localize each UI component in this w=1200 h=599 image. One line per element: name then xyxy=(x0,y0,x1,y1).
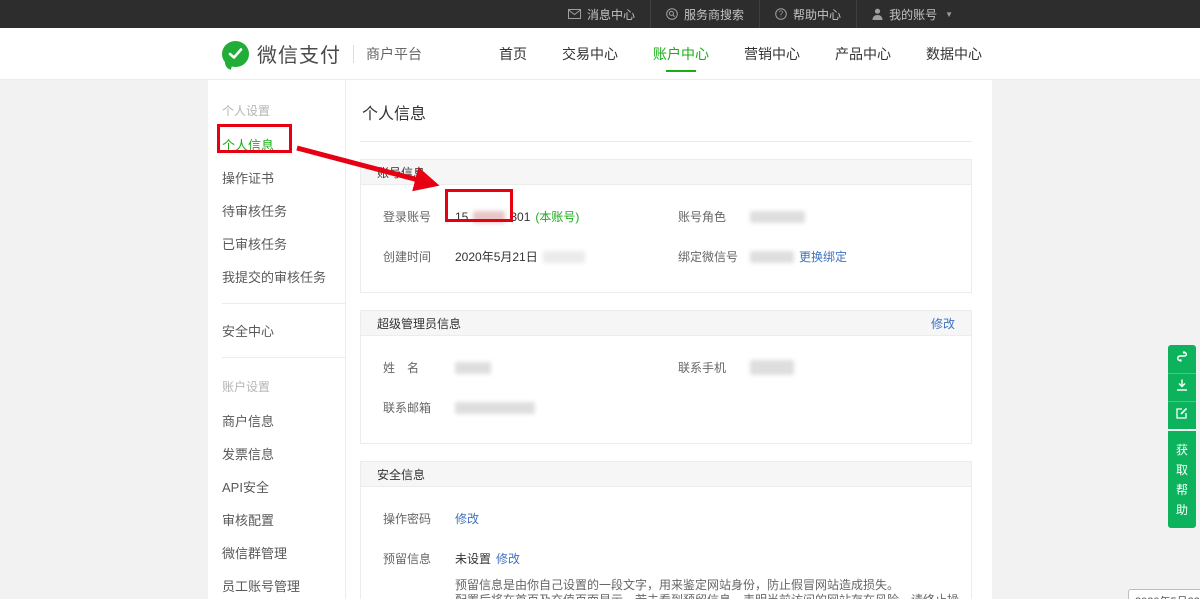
svg-text:?: ? xyxy=(779,10,784,19)
portal-name: 商户平台 xyxy=(366,44,422,64)
top-utility-bar: 消息中心 服务商搜索 ? 帮助中心 我的账号 ▼ xyxy=(0,0,1200,28)
create-time-label: 创建时间 xyxy=(383,248,455,265)
super-admin-section-title: 超级管理员信息 xyxy=(377,315,461,332)
sidebar: 个人设置 个人信息 操作证书 待审核任务 已审核任务 我提交的审核任务 安全中心… xyxy=(208,80,346,599)
date-tooltip: 2020年5月22日 xyxy=(1128,589,1200,599)
super-admin-section: 超级管理员信息 修改 姓 名 联系手机 联系邮箱 xyxy=(360,310,972,444)
redacted-email xyxy=(455,402,535,414)
topbar-item-label: 消息中心 xyxy=(587,6,635,23)
help-icon: ? xyxy=(775,8,787,20)
sidebar-item-security-center[interactable]: 安全中心 xyxy=(208,314,345,347)
my-account-menu[interactable]: 我的账号 ▼ xyxy=(856,0,968,28)
name-label: 姓 名 xyxy=(383,359,455,376)
sidebar-item-pending-review-tasks[interactable]: 待审核任务 xyxy=(208,194,345,227)
sidebar-item-operation-certificate[interactable]: 操作证书 xyxy=(208,161,345,194)
brand[interactable]: 微信支付 商户平台 xyxy=(208,39,422,68)
nav-data-center[interactable]: 数据中心 xyxy=(926,28,982,79)
main-content: 个人信息 账号信息 登录账号 15301 (本账号) 账号角色 xyxy=(346,80,992,599)
reserve-info-value: 未设置 xyxy=(455,550,491,567)
topbar-item-label: 我的账号 xyxy=(889,6,937,23)
account-info-section: 账号信息 登录账号 15301 (本账号) 账号角色 xyxy=(360,159,972,293)
topbar-item-label: 服务商搜索 xyxy=(684,6,744,23)
page-title: 个人信息 xyxy=(360,94,972,142)
redacted-wechat-id xyxy=(750,251,794,263)
login-account-value: 15301 (本账号) xyxy=(455,208,579,225)
account-role-label: 账号角色 xyxy=(678,208,750,225)
search-icon xyxy=(666,8,678,20)
message-center-menu[interactable]: 消息中心 xyxy=(553,0,650,28)
security-info-section: 安全信息 操作密码 修改 预留信息 未设置 修改 xyxy=(360,461,972,599)
nav-home[interactable]: 首页 xyxy=(499,28,527,79)
sidebar-item-review-config[interactable]: 审核配置 xyxy=(208,503,345,536)
download-button[interactable] xyxy=(1168,373,1196,401)
create-time-value: 2020年5月21日 xyxy=(455,248,585,265)
mail-icon xyxy=(568,9,581,19)
note-line: 配置后将在首页及充值页面显示。若未看到预留信息，表明当前访问的网站存在风险，请终… xyxy=(455,593,971,599)
sidebar-item-personal-info[interactable]: 个人信息 xyxy=(208,128,345,161)
sidebar-divider xyxy=(222,357,345,358)
get-help-button[interactable]: 获取帮助 xyxy=(1168,431,1196,528)
change-binding-link[interactable]: 更换绑定 xyxy=(799,248,847,265)
security-info-section-title: 安全信息 xyxy=(377,466,425,483)
redacted-name xyxy=(455,362,491,374)
redacted-account-role xyxy=(750,211,805,223)
help-center-menu[interactable]: ? 帮助中心 xyxy=(759,0,856,28)
sidebar-item-reviewed-tasks[interactable]: 已审核任务 xyxy=(208,227,345,260)
redacted-phone xyxy=(750,360,794,375)
operation-password-label: 操作密码 xyxy=(383,510,455,527)
service-provider-search-menu[interactable]: 服务商搜索 xyxy=(650,0,759,28)
edit-password-link[interactable]: 修改 xyxy=(455,510,479,527)
nav-transaction-center[interactable]: 交易中心 xyxy=(562,28,618,79)
login-account-label: 登录账号 xyxy=(383,208,455,225)
current-account-note: (本账号) xyxy=(535,208,579,225)
service-shortcut-button[interactable] xyxy=(1168,345,1196,373)
reserve-info-label: 预留信息 xyxy=(383,550,455,567)
nav-account-center[interactable]: 账户中心 xyxy=(653,28,709,79)
link-icon xyxy=(1175,350,1189,369)
sidebar-item-wechat-group-management[interactable]: 微信群管理 xyxy=(208,536,345,569)
sidebar-item-merchant-info[interactable]: 商户信息 xyxy=(208,404,345,437)
sidebar-item-api-security[interactable]: API安全 xyxy=(208,470,345,503)
primary-nav: 首页 交易中心 账户中心 营销中心 产品中心 数据中心 xyxy=(499,28,992,79)
redacted-create-time xyxy=(543,251,585,263)
topbar-item-label: 帮助中心 xyxy=(793,6,841,23)
sidebar-group-account-settings: 账户设置 xyxy=(208,368,345,404)
site-header: 微信支付 商户平台 首页 交易中心 账户中心 营销中心 产品中心 数据中心 xyxy=(0,28,1200,80)
sidebar-item-invoice-info[interactable]: 发票信息 xyxy=(208,437,345,470)
wechat-pay-logo-icon xyxy=(222,41,249,67)
sidebar-item-my-submitted-review-tasks[interactable]: 我提交的审核任务 xyxy=(208,260,345,293)
sidebar-group-personal-settings: 个人设置 xyxy=(208,92,345,128)
edit-icon xyxy=(1175,406,1189,425)
account-info-section-title: 账号信息 xyxy=(377,164,425,181)
contact-phone-label: 联系手机 xyxy=(678,359,750,376)
floating-toolbar: 获取帮助 xyxy=(1168,345,1196,528)
brand-divider xyxy=(353,45,354,63)
feedback-button[interactable] xyxy=(1168,401,1196,429)
contact-email-label: 联系邮箱 xyxy=(383,399,455,416)
brand-name: 微信支付 xyxy=(257,39,341,68)
reserve-info-notes: 预留信息是由你自己设置的一段文字，用来鉴定网站身份，防止假冒网站造成损失。 配置… xyxy=(455,578,971,599)
page-container: 个人设置 个人信息 操作证书 待审核任务 已审核任务 我提交的审核任务 安全中心… xyxy=(208,80,992,599)
note-line: 预留信息是由你自己设置的一段文字，用来鉴定网站身份，防止假冒网站造成损失。 xyxy=(455,578,971,593)
sidebar-divider xyxy=(222,303,345,304)
redacted-login-middle xyxy=(473,211,505,223)
nav-product-center[interactable]: 产品中心 xyxy=(835,28,891,79)
bound-wechat-label: 绑定微信号 xyxy=(678,248,750,265)
sidebar-item-staff-account-management[interactable]: 员工账号管理 xyxy=(208,569,345,599)
edit-reserve-info-link[interactable]: 修改 xyxy=(496,550,520,567)
nav-marketing-center[interactable]: 营销中心 xyxy=(744,28,800,79)
download-icon xyxy=(1175,378,1189,397)
chevron-down-icon: ▼ xyxy=(945,10,953,19)
edit-admin-link[interactable]: 修改 xyxy=(931,315,955,332)
user-icon xyxy=(872,8,883,20)
